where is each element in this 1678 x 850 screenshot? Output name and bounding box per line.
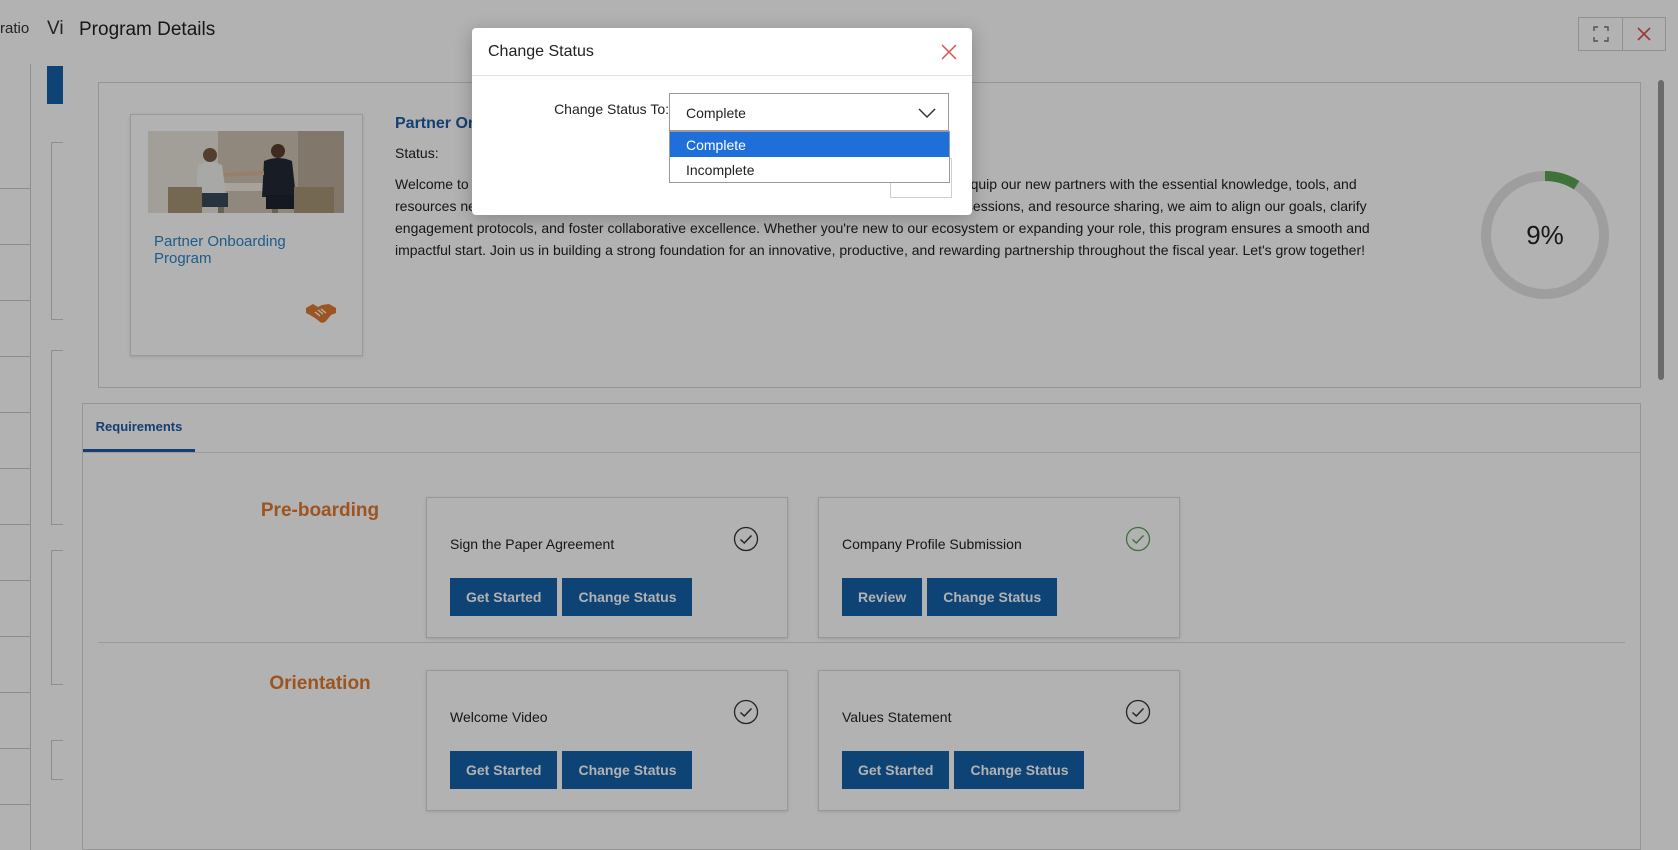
status-option-incomplete[interactable]: Incomplete [670, 157, 949, 182]
status-option-complete[interactable]: Complete [670, 132, 949, 157]
change-status-field-label: Change Status To: [554, 101, 669, 117]
status-select[interactable]: Complete [669, 93, 949, 131]
change-status-modal: Change Status Change Status To: Complete… [472, 28, 972, 215]
close-icon[interactable] [939, 42, 959, 62]
modal-header: Change Status [472, 28, 972, 76]
chevron-down-icon [918, 106, 936, 120]
modal-title: Change Status [488, 43, 594, 60]
status-select-value: Complete [686, 105, 746, 121]
status-dropdown-list: Complete Incomplete [669, 131, 950, 183]
